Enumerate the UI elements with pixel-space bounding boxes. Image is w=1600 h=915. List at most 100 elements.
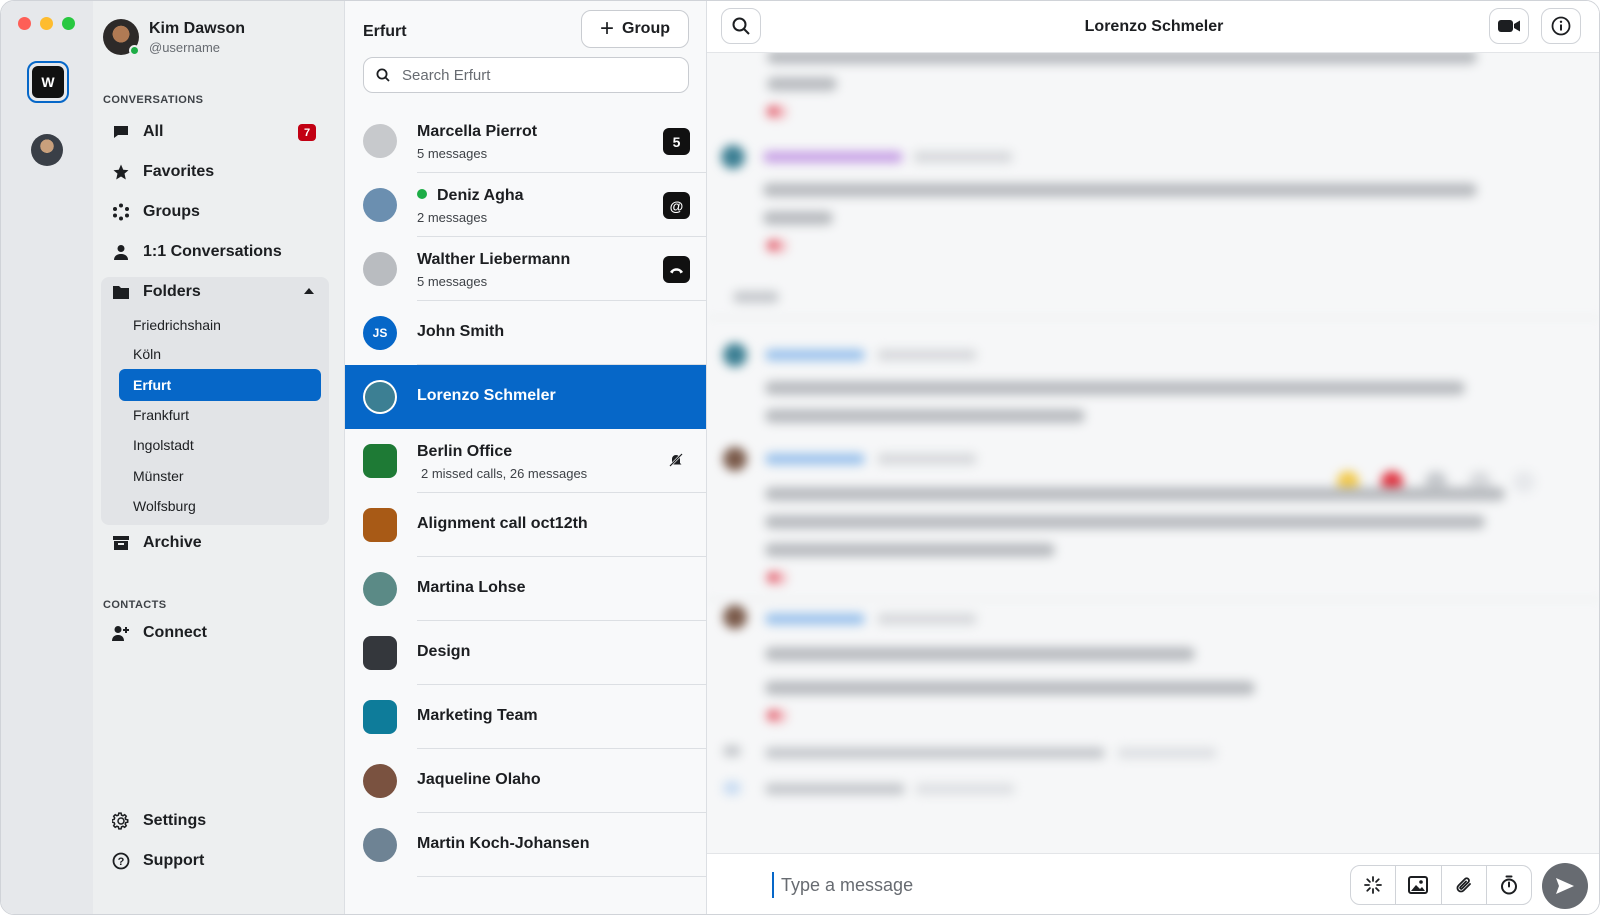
composer-toolbar (1350, 865, 1532, 905)
nav-item-support[interactable]: ? Support (111, 846, 324, 876)
gear-icon (111, 811, 131, 831)
folder-item-erfurt[interactable]: Erfurt (119, 369, 321, 401)
conversation-item-walther-liebermann[interactable]: Walther Liebermann 5 messages (345, 237, 706, 301)
conversation-name: Deniz Agha (437, 187, 524, 204)
timer-icon (1500, 875, 1517, 895)
conversation-list-panel: Erfurt + Group Search Erfurt Marcella Pi… (344, 1, 707, 914)
maximize-window-button[interactable] (62, 17, 75, 30)
conversation-subtitle: 5 messages (417, 274, 488, 289)
conversation-item-alignment-call[interactable]: Alignment call oct12th (345, 493, 706, 557)
avatar: JS (363, 316, 397, 350)
avatar (103, 19, 140, 56)
folder-item-frankfurt[interactable]: Frankfurt (119, 399, 321, 431)
folder-item-friedrichshain[interactable]: Friedrichshain (119, 309, 321, 341)
conversation-subtitle: 5 messages (417, 146, 488, 161)
create-group-label: Group (622, 20, 670, 37)
sparkle-icon (1364, 876, 1383, 894)
avatar (363, 188, 397, 222)
nav-label: All (143, 123, 164, 140)
conversation-item-deniz-agha[interactable]: Deniz Agha 2 messages @ (345, 173, 706, 237)
window-controls (18, 17, 75, 30)
video-call-button[interactable] (1489, 8, 1529, 44)
nav-label: Favorites (143, 163, 215, 180)
user-profile[interactable]: Kim Dawson @username (103, 19, 245, 56)
send-message-button[interactable] (1542, 863, 1588, 909)
contacts-section-label: CONTACTS (103, 599, 167, 611)
nav-label: Groups (143, 203, 200, 220)
attach-file-button[interactable] (1442, 866, 1487, 904)
conversation-name: Lorenzo Schmeler (417, 387, 556, 404)
conversation-title: Lorenzo Schmeler (1084, 18, 1224, 35)
conversation-item-jaqueline-olaho[interactable]: Jaqueline Olaho (345, 749, 706, 813)
folder-item-wolfsburg[interactable]: Wolfsburg (119, 490, 321, 522)
paperclip-icon (1456, 877, 1471, 893)
avatar (363, 444, 397, 478)
chevron-up-icon[interactable] (304, 288, 314, 294)
folder-item-koeln[interactable]: Köln (119, 338, 321, 370)
avatar (363, 700, 397, 734)
conversation-item-martina-lohse[interactable]: Martina Lohse (345, 557, 706, 621)
nav-label: Settings (143, 812, 207, 829)
conversation-pane: Lorenzo Schmeler (707, 1, 1599, 914)
conversation-item-berlin-office[interactable]: Berlin Office 2 missed calls, 26 message… (345, 429, 706, 493)
conversation-subtitle: 2 messages (417, 210, 488, 225)
conversation-name: Walther Liebermann (417, 251, 571, 268)
nav-item-favorites[interactable]: Favorites (111, 157, 324, 187)
nav-item-groups[interactable]: Groups (111, 197, 324, 227)
minimize-window-button[interactable] (40, 17, 53, 30)
plus-icon: + (599, 15, 614, 42)
avatar (363, 380, 397, 414)
conversation-item-john-smith[interactable]: JS John Smith (345, 301, 706, 365)
message-composer (707, 853, 1599, 914)
conversation-item-marcella-pierrot[interactable]: Marcella Pierrot 5 messages 5 (345, 109, 706, 173)
conversation-name: Alignment call oct12th (417, 515, 588, 532)
avatar (363, 252, 397, 286)
account-switch-user-avatar[interactable] (31, 134, 63, 166)
nav-label: Connect (143, 624, 207, 641)
nav-item-one-to-one[interactable]: 1:1 Conversations (111, 237, 324, 267)
timed-message-button[interactable] (1487, 866, 1531, 904)
conversation-item-lorenzo-schmeler[interactable]: Lorenzo Schmeler (345, 365, 706, 429)
nav-label: 1:1 Conversations (143, 243, 282, 260)
sparkle-button[interactable] (1351, 866, 1397, 904)
unread-count-badge: 5 (663, 128, 690, 155)
online-status-indicator (129, 45, 140, 56)
app-window: W Kim Dawson @username CONVERSATIONS All… (0, 0, 1600, 915)
create-group-button[interactable]: + Group (581, 10, 689, 48)
conversation-name: Martin Koch-Johansen (417, 835, 590, 852)
svg-text:?: ? (118, 856, 125, 868)
muted-bell-icon (669, 453, 683, 470)
nav-label: Archive (143, 534, 202, 551)
close-window-button[interactable] (18, 17, 31, 30)
conversation-subtitle: 2 missed calls, 26 messages (421, 466, 588, 481)
avatar (363, 124, 397, 158)
text-cursor (772, 872, 774, 898)
chat-icon (111, 122, 131, 142)
nav-item-settings[interactable]: Settings (111, 806, 324, 836)
nav-item-connect[interactable]: Connect (111, 618, 324, 648)
search-field[interactable]: Search Erfurt (363, 57, 689, 93)
folder-icon (111, 282, 131, 302)
conversation-name: Jaqueline Olaho (417, 771, 541, 788)
archive-icon (111, 533, 131, 553)
user-handle: @username (149, 39, 221, 55)
account-switch-wire[interactable]: W (27, 61, 69, 103)
mention-badge: @ (663, 192, 690, 219)
online-status-indicator (417, 189, 427, 199)
conversations-section-label: CONVERSATIONS (103, 94, 204, 106)
conversation-info-button[interactable] (1541, 8, 1581, 44)
conversation-item-marketing-team[interactable]: Marketing Team (345, 685, 706, 749)
image-upload-button[interactable] (1396, 866, 1442, 904)
conversation-item-martin-koch-johansen[interactable]: Martin Koch-Johansen (345, 813, 706, 877)
folder-title: Erfurt (363, 23, 407, 40)
folder-item-muenster[interactable]: Münster (119, 460, 321, 492)
avatar (363, 508, 397, 542)
folder-item-ingolstadt[interactable]: Ingolstadt (119, 429, 321, 461)
nav-item-archive[interactable]: Archive (111, 528, 324, 558)
message-input[interactable] (781, 868, 1321, 902)
nav-item-all[interactable]: All 7 (111, 117, 324, 147)
sidebar: Kim Dawson @username CONVERSATIONS All 7… (93, 1, 344, 914)
wire-logo-icon: W (32, 66, 64, 98)
conversation-item-design[interactable]: Design (345, 621, 706, 685)
nav-item-folders[interactable]: Folders (111, 277, 324, 307)
